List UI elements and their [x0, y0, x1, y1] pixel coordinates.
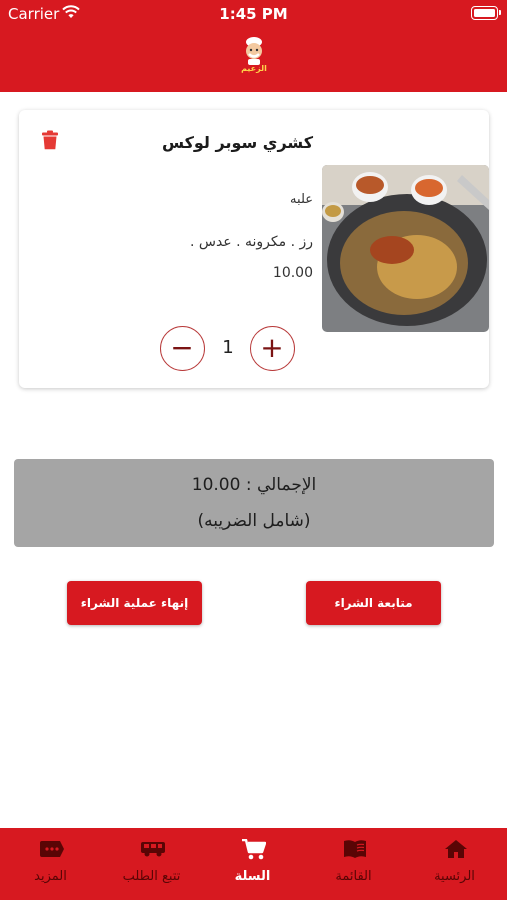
continue-shopping-button[interactable]: متابعة الشراء [306, 581, 441, 625]
decrease-quantity-button[interactable]: − [160, 326, 205, 371]
minus-icon: − [170, 331, 194, 364]
brand-logo: الزعيم [239, 35, 269, 77]
status-bar: Carrier 1:45 PM [0, 0, 507, 28]
tab-label: المزيد [34, 869, 67, 884]
clock: 1:45 PM [219, 5, 288, 23]
tab-label: الرئسية [434, 869, 475, 884]
item-size: علبه [290, 192, 313, 207]
tab-label: تتبع الطلب [122, 869, 181, 884]
dish-photo [322, 165, 489, 332]
chef-mascot-icon [246, 37, 262, 65]
app-header: Carrier 1:45 PM الزعيم [0, 0, 507, 92]
battery-icon [471, 6, 501, 20]
logo-text: الزعيم [241, 64, 267, 73]
bottom-tab-bar: المزيد تتبع الطلب السلة القائمة الرئسية [0, 828, 507, 900]
total-amount: الإجمالي : 10.00 [191, 475, 317, 495]
item-description: رز . مكرونه . عدس . [189, 234, 313, 250]
tab-more[interactable]: المزيد [0, 828, 101, 900]
order-total-box: الإجمالي : 10.00 (شامل الضريبه) [14, 459, 494, 547]
tab-cart[interactable]: السلة [202, 828, 303, 900]
tab-track-order[interactable]: تتبع الطلب [101, 828, 202, 900]
cart-icon [242, 839, 266, 860]
delivery-truck-icon [141, 842, 165, 857]
tax-note: (شامل الضريبه) [197, 511, 311, 531]
more-tag-icon [40, 841, 64, 857]
tab-home[interactable]: الرئسية [404, 828, 505, 900]
cart-item-card: كشري سوبر لوكس علبه رز . مكرونه . عدس . … [19, 110, 489, 388]
tab-label: القائمة [335, 869, 372, 884]
trash-icon[interactable] [42, 130, 58, 150]
plus-icon: + [260, 331, 284, 364]
menu-book-icon [344, 840, 366, 858]
item-price: 10.00 [272, 265, 313, 281]
finish-purchase-button[interactable]: إنهاء عملية الشراء [67, 581, 202, 625]
item-name: كشري سوبر لوكس [161, 133, 313, 152]
tab-menu[interactable]: القائمة [303, 828, 404, 900]
tab-label: السلة [234, 869, 271, 884]
quantity-value: 1 [222, 337, 234, 358]
increase-quantity-button[interactable]: + [250, 326, 295, 371]
home-icon [445, 840, 467, 858]
